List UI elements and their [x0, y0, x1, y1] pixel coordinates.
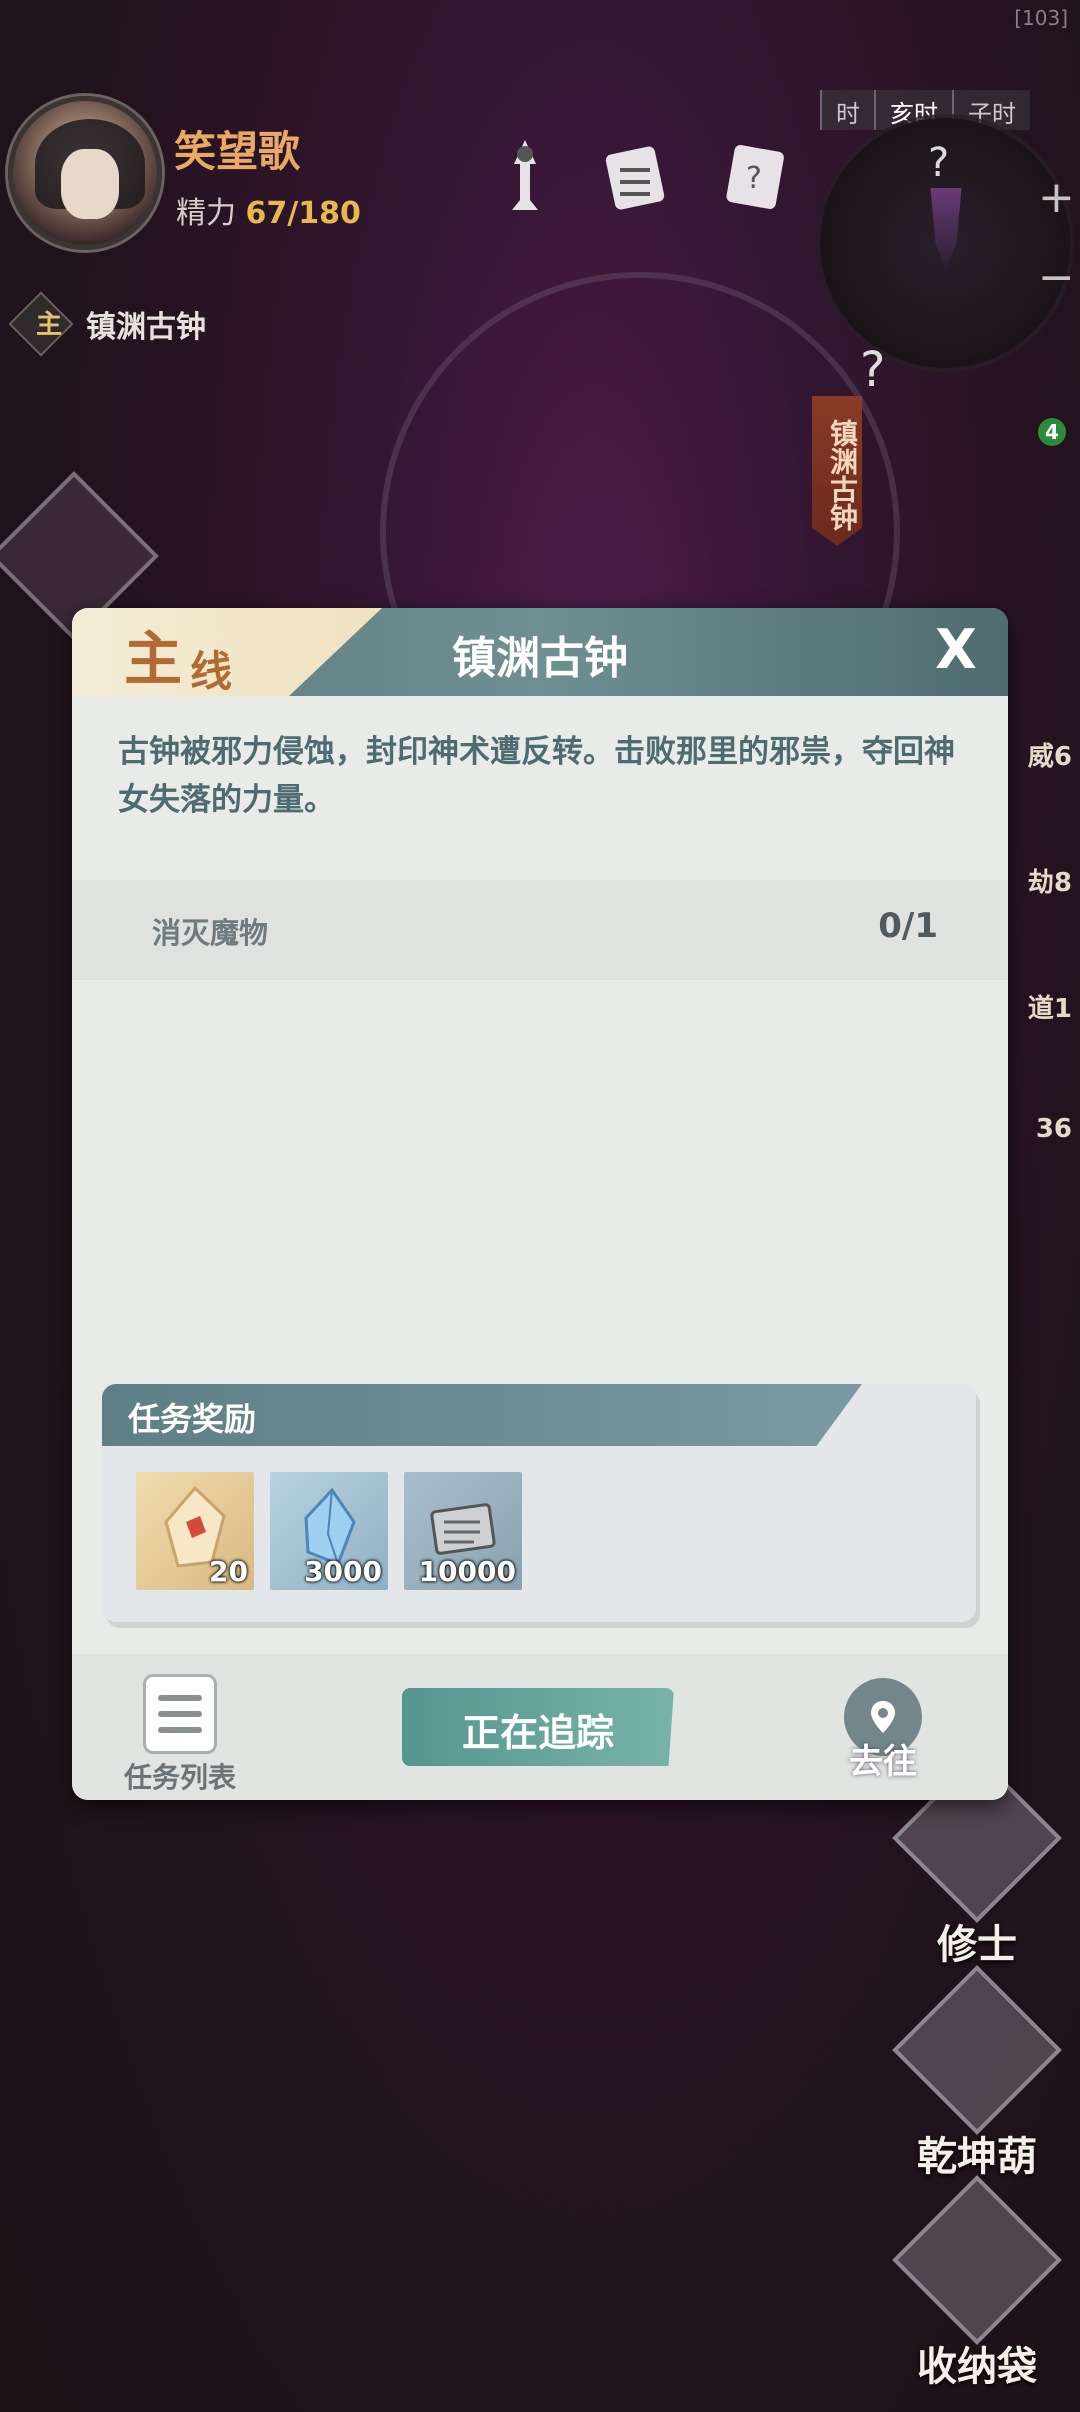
energy-value: 67/180	[245, 196, 361, 231]
reward-header: 任务奖励	[102, 1384, 862, 1446]
storage-bag-menu-button[interactable]: 收纳袋	[892, 2175, 1062, 2392]
minimap-unknown-marker: ?	[928, 140, 950, 186]
reward-title: 任务奖励	[128, 1400, 257, 1438]
quest-list-label: 任务列表	[123, 1761, 236, 1794]
gourd-icon	[892, 1965, 1062, 2135]
svg-text:?: ?	[746, 161, 762, 196]
close-button[interactable]: X	[924, 618, 988, 682]
quest-list-button[interactable]: 任务列表	[110, 1674, 250, 1796]
reward-panel: 任务奖励 20 3000 10000	[102, 1384, 976, 1622]
map-location-banner[interactable]: 镇渊古钟	[812, 396, 862, 546]
storage-bag-icon	[892, 2175, 1062, 2345]
time-slot: 时	[820, 90, 874, 130]
reward-item[interactable]: 10000	[404, 1472, 522, 1590]
tracking-label: 正在追踪	[461, 1711, 614, 1755]
side-counter[interactable]: 威6	[1028, 736, 1072, 773]
energy-label: 精力	[176, 196, 236, 231]
reward-item[interactable]: 3000	[270, 1472, 388, 1590]
reward-count: 3000	[304, 1555, 382, 1588]
zoom-out-button[interactable]: −	[1038, 252, 1075, 303]
zoom-in-button[interactable]: +	[1038, 172, 1075, 223]
tracked-quest-title: 镇渊古钟	[86, 310, 206, 345]
objective-row: 消灭魔物 0/1	[72, 880, 1008, 980]
gourd-menu-button[interactable]: 乾坤葫	[892, 1965, 1062, 2182]
go-to-button[interactable]: 去往	[838, 1678, 928, 1783]
calendar-scroll-icon[interactable]	[596, 130, 674, 220]
minimap-location-icon	[930, 188, 962, 268]
quest-description: 古钟被邪力侵蚀，封印神术遭反转。击败那里的邪祟，夺回神女失落的力量。	[118, 734, 955, 818]
reward-count: 20	[209, 1555, 248, 1588]
quest-detail-dialog: 主 线 镇渊古钟 X 古钟被邪力侵蚀，封印神术遭反转。击败那里的邪祟，夺回神女失…	[72, 608, 1008, 1800]
dialog-title: 镇渊古钟	[452, 633, 628, 684]
objective-progress: 0/1	[878, 906, 938, 946]
reward-count: 10000	[418, 1555, 516, 1588]
dialog-header: 主 线 镇渊古钟 X	[72, 608, 1008, 696]
energy-display: 精力 67/180	[176, 188, 361, 232]
tracking-button[interactable]: 正在追踪	[402, 1688, 674, 1766]
objective-name: 消灭魔物	[152, 916, 269, 950]
map-unknown-marker: ?	[860, 342, 886, 398]
list-icon	[143, 1674, 217, 1754]
player-name: 笑望歌	[174, 127, 301, 176]
player-avatar[interactable]	[8, 96, 162, 250]
side-counter[interactable]: 道1	[1028, 988, 1072, 1025]
go-to-label: 去往	[849, 1742, 917, 1782]
notification-badge: 4	[1038, 416, 1066, 446]
dialog-footer: 任务列表 正在追踪 去往	[72, 1654, 1008, 1800]
minimap[interactable]: ?	[820, 118, 1070, 368]
debug-tag: [103]	[1014, 6, 1068, 30]
side-counter[interactable]: 劫8	[1028, 862, 1072, 899]
reward-item[interactable]: 20	[136, 1472, 254, 1590]
side-counter[interactable]: 36	[1036, 1114, 1072, 1144]
quest-type-tag: 主	[35, 310, 62, 340]
bell-tower-icon[interactable]	[486, 130, 564, 220]
quest-tracker[interactable]: 主 镇渊古钟	[8, 291, 206, 357]
cultivator-menu-button[interactable]: 修士	[892, 1753, 1062, 1970]
quest-scroll-icon[interactable]: ?	[716, 130, 794, 220]
